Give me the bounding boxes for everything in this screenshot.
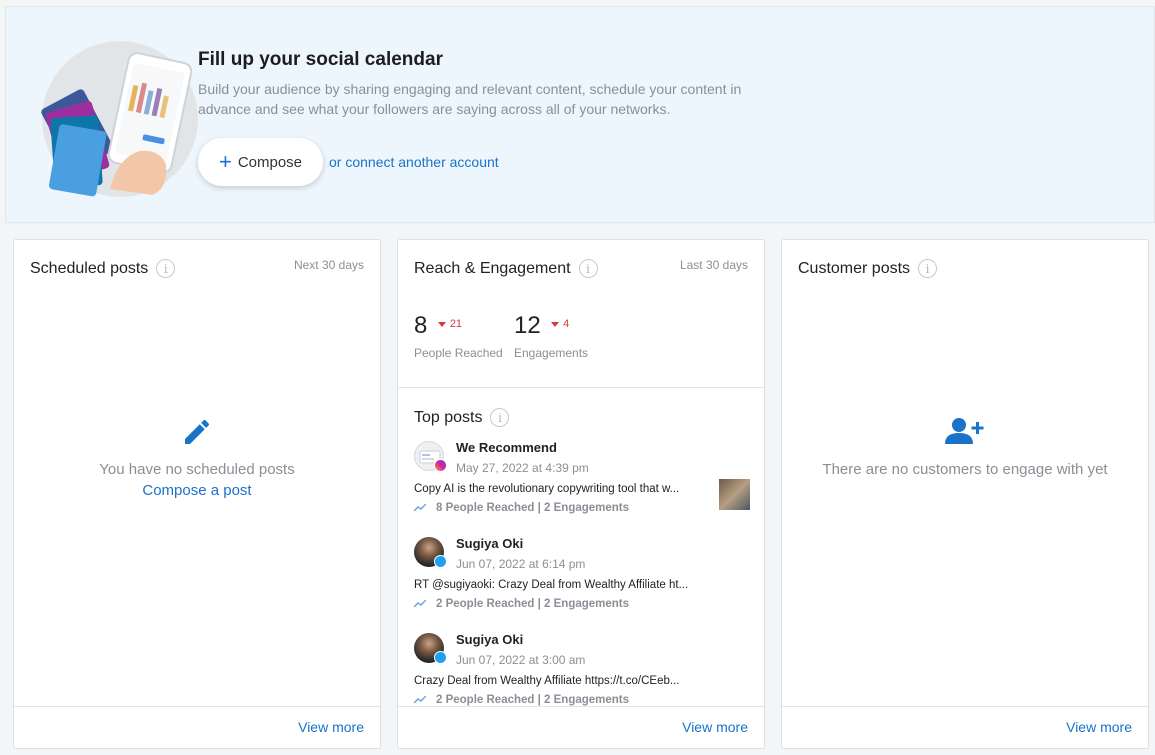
metric-value: 12 [514, 312, 541, 339]
compose-button[interactable]: + Compose [198, 138, 323, 186]
post-author: Sugiya Oki [456, 536, 524, 551]
post-stats: 2 People Reached | 2 Engagements [414, 598, 629, 610]
post-stats-text: 2 People Reached | 2 Engagements [436, 598, 630, 610]
top-post-item[interactable]: Sugiya Oki Jun 07, 2022 at 6:14 pm RT @s… [414, 536, 750, 627]
trend-icon [414, 696, 426, 704]
scheduled-posts-card: Scheduled posts i Next 30 days You have … [13, 239, 381, 749]
post-text: Crazy Deal from Wealthy Affiliate https:… [414, 675, 680, 687]
post-author: We Recommend [456, 440, 557, 455]
banner-title: Fill up your social calendar [198, 49, 443, 70]
card-footer: View more [14, 706, 380, 748]
view-more-link[interactable]: View more [682, 719, 748, 735]
twitter-icon [434, 555, 447, 568]
plus-icon: + [218, 149, 232, 174]
scheduled-posts-title: Scheduled posts [30, 259, 149, 277]
post-date: Jun 07, 2022 at 3:00 am [456, 653, 586, 667]
card-title-row: Scheduled posts i [30, 259, 176, 278]
card-title-row: Customer posts i [798, 259, 938, 278]
metric-people-reached: 8 21 People Reached [414, 312, 503, 360]
post-stats-text: 8 People Reached | 2 Engagements [436, 502, 630, 514]
delta-value: 21 [449, 318, 463, 330]
connect-account-link[interactable]: or connect another account [329, 154, 499, 170]
compose-post-link[interactable]: Compose a post [14, 482, 380, 499]
onboarding-banner: f in Fill up your social calendar Build … [5, 6, 1155, 223]
customer-posts-title: Customer posts [798, 259, 911, 277]
top-posts-title: Top posts [414, 408, 483, 426]
card-title-row: Reach & Engagement i [414, 259, 598, 278]
compose-label: Compose [237, 153, 303, 171]
pencil-icon [14, 416, 380, 453]
card-footer: View more [782, 706, 1148, 748]
metric-label: People Reached [414, 346, 503, 360]
card-footer: View more [398, 706, 764, 748]
metric-delta: 4 [551, 318, 569, 330]
empty-state-text: You have no scheduled posts [99, 461, 295, 478]
post-stats-text: 2 People Reached | 2 Engagements [436, 694, 630, 706]
post-stats: 8 People Reached | 2 Engagements [414, 502, 629, 514]
trend-icon [414, 600, 426, 608]
post-stats: 2 People Reached | 2 Engagements [414, 694, 629, 706]
period-label: Last 30 days [679, 258, 748, 272]
social-networks-illustration: f in [41, 41, 198, 197]
add-user-icon [782, 416, 1148, 451]
metric-engagements: 12 4 Engagements [514, 312, 588, 360]
delta-value: 4 [563, 318, 570, 330]
post-text: RT @sugiyaoki: Crazy Deal from Wealthy A… [414, 579, 689, 591]
down-arrow-icon [437, 321, 446, 327]
down-arrow-icon [551, 321, 560, 327]
post-thumbnail[interactable] [719, 479, 750, 510]
info-icon[interactable]: i [578, 259, 598, 278]
post-author: Sugiya Oki [456, 632, 524, 647]
view-more-link[interactable]: View more [298, 719, 364, 735]
banner-description: Build your audience by sharing engaging … [198, 81, 742, 117]
customer-posts-card: Customer posts i There are no customers … [781, 239, 1149, 749]
instagram-icon [434, 459, 447, 472]
info-icon[interactable]: i [156, 259, 176, 278]
post-date: May 27, 2022 at 4:39 pm [456, 461, 589, 475]
reach-engagement-card: Reach & Engagement i Last 30 days 8 21 P… [397, 239, 765, 749]
top-posts-header: Top posts i [414, 408, 510, 427]
top-post-item[interactable]: We Recommend May 27, 2022 at 4:39 pm Cop… [414, 440, 750, 531]
trend-icon [414, 504, 426, 512]
metric-label: Engagements [514, 346, 589, 360]
post-text: Copy AI is the revolutionary copywriting… [414, 483, 680, 495]
view-more-link[interactable]: View more [1066, 719, 1132, 735]
post-date: Jun 07, 2022 at 6:14 pm [456, 557, 586, 571]
empty-state-text: There are no customers to engage with ye… [822, 461, 1108, 478]
divider [398, 387, 764, 388]
info-icon[interactable]: i [918, 259, 938, 278]
info-icon[interactable]: i [490, 408, 510, 427]
metric-value: 8 [414, 312, 428, 339]
reach-engagement-title: Reach & Engagement [414, 259, 571, 277]
period-label: Next 30 days [293, 258, 364, 272]
twitter-icon [434, 651, 447, 664]
metric-delta: 21 [437, 318, 463, 330]
